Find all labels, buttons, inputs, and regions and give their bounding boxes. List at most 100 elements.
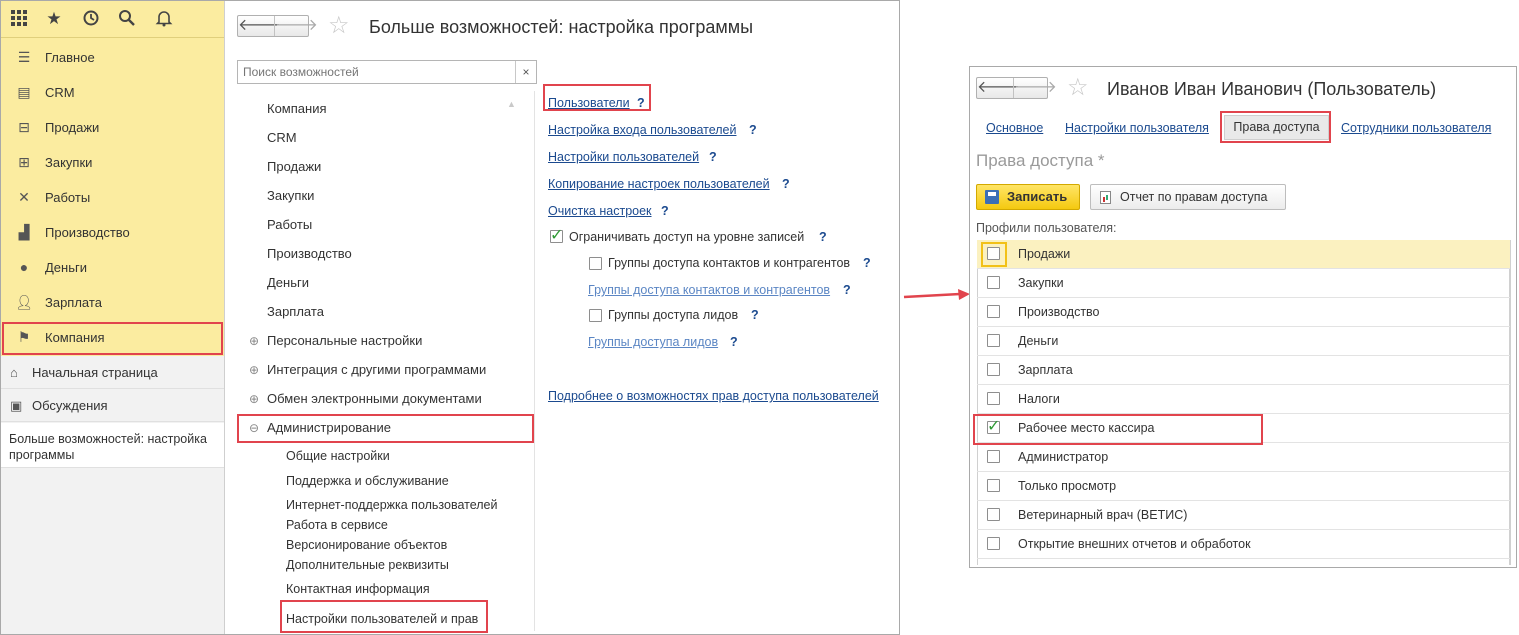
tree-item-crm[interactable]: CRM xyxy=(267,130,297,145)
lead-groups-checkbox[interactable] xyxy=(589,309,602,322)
clear-settings-link[interactable]: Очистка настроек xyxy=(548,204,652,218)
profile-checkbox[interactable] xyxy=(987,537,1000,550)
profile-checkbox[interactable] xyxy=(987,276,1000,289)
favorite-star-icon[interactable]: ☆ xyxy=(1067,76,1089,100)
history-icon[interactable] xyxy=(81,9,101,29)
help-icon[interactable]: ? xyxy=(751,308,759,322)
profile-checkbox[interactable] xyxy=(987,508,1000,521)
favorite-star-icon[interactable]: ☆ xyxy=(328,14,350,38)
contact-groups-link[interactable]: Группы доступа контактов и контрагентов xyxy=(588,283,830,297)
profile-row[interactable]: Только просмотр xyxy=(977,472,1510,501)
tree-item-personal-settings[interactable]: Персональные настройки xyxy=(267,333,422,348)
user-settings-link[interactable]: Настройки пользователей xyxy=(548,150,699,164)
section-salary[interactable]: 👤︎ Зарплата xyxy=(1,285,224,320)
admin-extra-attributes[interactable]: Дополнительные реквизиты xyxy=(286,558,449,572)
profile-row[interactable]: Производство xyxy=(977,298,1510,327)
section-purchases[interactable]: ⊞ Закупки xyxy=(1,145,224,180)
help-icon[interactable]: ? xyxy=(749,123,757,137)
tree-item-money[interactable]: Деньги xyxy=(267,275,309,290)
help-icon[interactable]: ? xyxy=(709,150,717,164)
section-crm[interactable]: ▤ CRM xyxy=(1,75,224,110)
help-icon[interactable]: ? xyxy=(863,256,871,270)
access-report-button[interactable]: Отчет по правам доступа xyxy=(1090,184,1286,210)
profile-row[interactable]: Налоги xyxy=(977,385,1510,414)
profile-row[interactable]: Закупки xyxy=(977,269,1510,298)
tree-item-purchases[interactable]: Закупки xyxy=(267,188,314,203)
open-window-tab[interactable]: Больше возможностей: настройка программы xyxy=(1,423,224,468)
save-button[interactable]: Записать xyxy=(976,184,1080,210)
admin-general-settings[interactable]: Общие настройки xyxy=(286,449,390,463)
search-icon[interactable] xyxy=(117,9,137,29)
tab-user-settings[interactable]: Настройки пользователя xyxy=(1065,121,1209,135)
admin-service-work[interactable]: Работа в сервисе xyxy=(286,518,388,532)
forward-arrow-icon[interactable]: 🡒 xyxy=(274,16,318,36)
profile-row[interactable]: Деньги xyxy=(977,327,1510,356)
tree-item-administration[interactable]: Администрирование xyxy=(267,420,391,435)
admin-support[interactable]: Поддержка и обслуживание xyxy=(286,474,449,488)
help-icon[interactable]: ? xyxy=(843,283,851,297)
copy-settings-link[interactable]: Копирование настроек пользователей xyxy=(548,177,770,191)
profile-row[interactable]: Администратор xyxy=(977,443,1510,472)
profile-row[interactable]: Продажи xyxy=(977,240,1510,269)
collapse-icon[interactable]: ⊖ xyxy=(249,421,259,435)
more-about-rights-link[interactable]: Подробнее о возможностях прав доступа по… xyxy=(548,389,879,403)
favorites-star-icon[interactable]: ★ xyxy=(44,9,64,29)
profile-checkbox[interactable] xyxy=(987,305,1000,318)
profiles-scrollbar[interactable] xyxy=(1510,240,1511,565)
profile-checkbox[interactable] xyxy=(987,363,1000,376)
profile-checkbox[interactable]: ✓ xyxy=(987,418,1000,435)
section-money[interactable]: ● Деньги xyxy=(1,250,224,285)
help-icon[interactable]: ? xyxy=(730,335,738,349)
discussions-link[interactable]: ▣ Обсуждения xyxy=(1,389,224,422)
help-icon[interactable]: ? xyxy=(819,230,827,244)
notifications-bell-icon[interactable] xyxy=(154,9,174,29)
profile-checkbox[interactable] xyxy=(987,247,1000,260)
section-main[interactable]: ☰ Главное xyxy=(1,40,224,75)
lead-groups-link[interactable]: Группы доступа лидов xyxy=(588,335,718,349)
admin-user-rights-settings[interactable]: Настройки пользователей и прав xyxy=(286,612,478,626)
tree-item-company[interactable]: Компания xyxy=(267,101,327,116)
tree-item-production[interactable]: Производство xyxy=(267,246,352,261)
profile-checkbox[interactable] xyxy=(987,479,1000,492)
admin-online-support[interactable]: Интернет-поддержка пользователей xyxy=(286,498,498,512)
scroll-up-icon[interactable]: ▲ xyxy=(507,99,516,109)
profile-checkbox[interactable] xyxy=(987,450,1000,463)
tree-item-works[interactable]: Работы xyxy=(267,217,312,232)
help-icon[interactable]: ? xyxy=(782,177,790,191)
back-arrow-icon[interactable]: 🡐 xyxy=(977,78,1020,98)
profile-row[interactable]: Зарплата xyxy=(977,356,1510,385)
search-clear-button[interactable]: × xyxy=(515,61,536,83)
restrict-records-checkbox[interactable]: ✓ xyxy=(550,227,563,244)
help-icon[interactable]: ? xyxy=(637,96,645,110)
admin-versioning[interactable]: Версионирование объектов xyxy=(286,538,447,552)
home-page-link[interactable]: ⌂ Начальная страница xyxy=(1,356,224,389)
tree-item-salary[interactable]: Зарплата xyxy=(267,304,324,319)
admin-contact-info[interactable]: Контактная информация xyxy=(286,582,430,596)
tab-user-employees[interactable]: Сотрудники пользователя xyxy=(1341,121,1491,135)
section-production[interactable]: ▟ Производство xyxy=(1,215,224,250)
tree-item-sales[interactable]: Продажи xyxy=(267,159,321,174)
contact-groups-checkbox[interactable] xyxy=(589,257,602,270)
forward-arrow-icon[interactable]: 🡒 xyxy=(1013,78,1057,98)
expand-icon[interactable]: ⊕ xyxy=(249,363,259,377)
apps-grid-icon[interactable] xyxy=(9,9,29,29)
expand-icon[interactable]: ⊕ xyxy=(249,392,259,406)
section-company[interactable]: ⚑ Компания xyxy=(1,320,224,355)
tree-item-edi[interactable]: Обмен электронными документами xyxy=(267,391,482,406)
search-input[interactable] xyxy=(238,61,513,83)
profile-checkbox[interactable] xyxy=(987,392,1000,405)
help-icon[interactable]: ? xyxy=(661,204,669,218)
tree-item-integration[interactable]: Интеграция с другими программами xyxy=(267,362,486,377)
tab-main[interactable]: Основное xyxy=(986,121,1043,135)
section-works[interactable]: ✕ Работы xyxy=(1,180,224,215)
users-link[interactable]: Пользователи xyxy=(548,96,630,110)
expand-icon[interactable]: ⊕ xyxy=(249,334,259,348)
profile-row[interactable]: Ветеринарный врач (ВЕТИС) xyxy=(977,501,1510,530)
profile-row[interactable]: Открытие внешних отчетов и обработок xyxy=(977,530,1510,559)
tab-access-rights[interactable]: Права доступа xyxy=(1224,115,1329,140)
profile-row[interactable]: ✓ Рабочее место кассира xyxy=(977,414,1510,443)
section-sales[interactable]: ⊟ Продажи xyxy=(1,110,224,145)
profile-checkbox[interactable] xyxy=(987,334,1000,347)
login-settings-link[interactable]: Настройка входа пользователей xyxy=(548,123,736,137)
back-arrow-icon[interactable]: 🡐 xyxy=(238,16,281,36)
